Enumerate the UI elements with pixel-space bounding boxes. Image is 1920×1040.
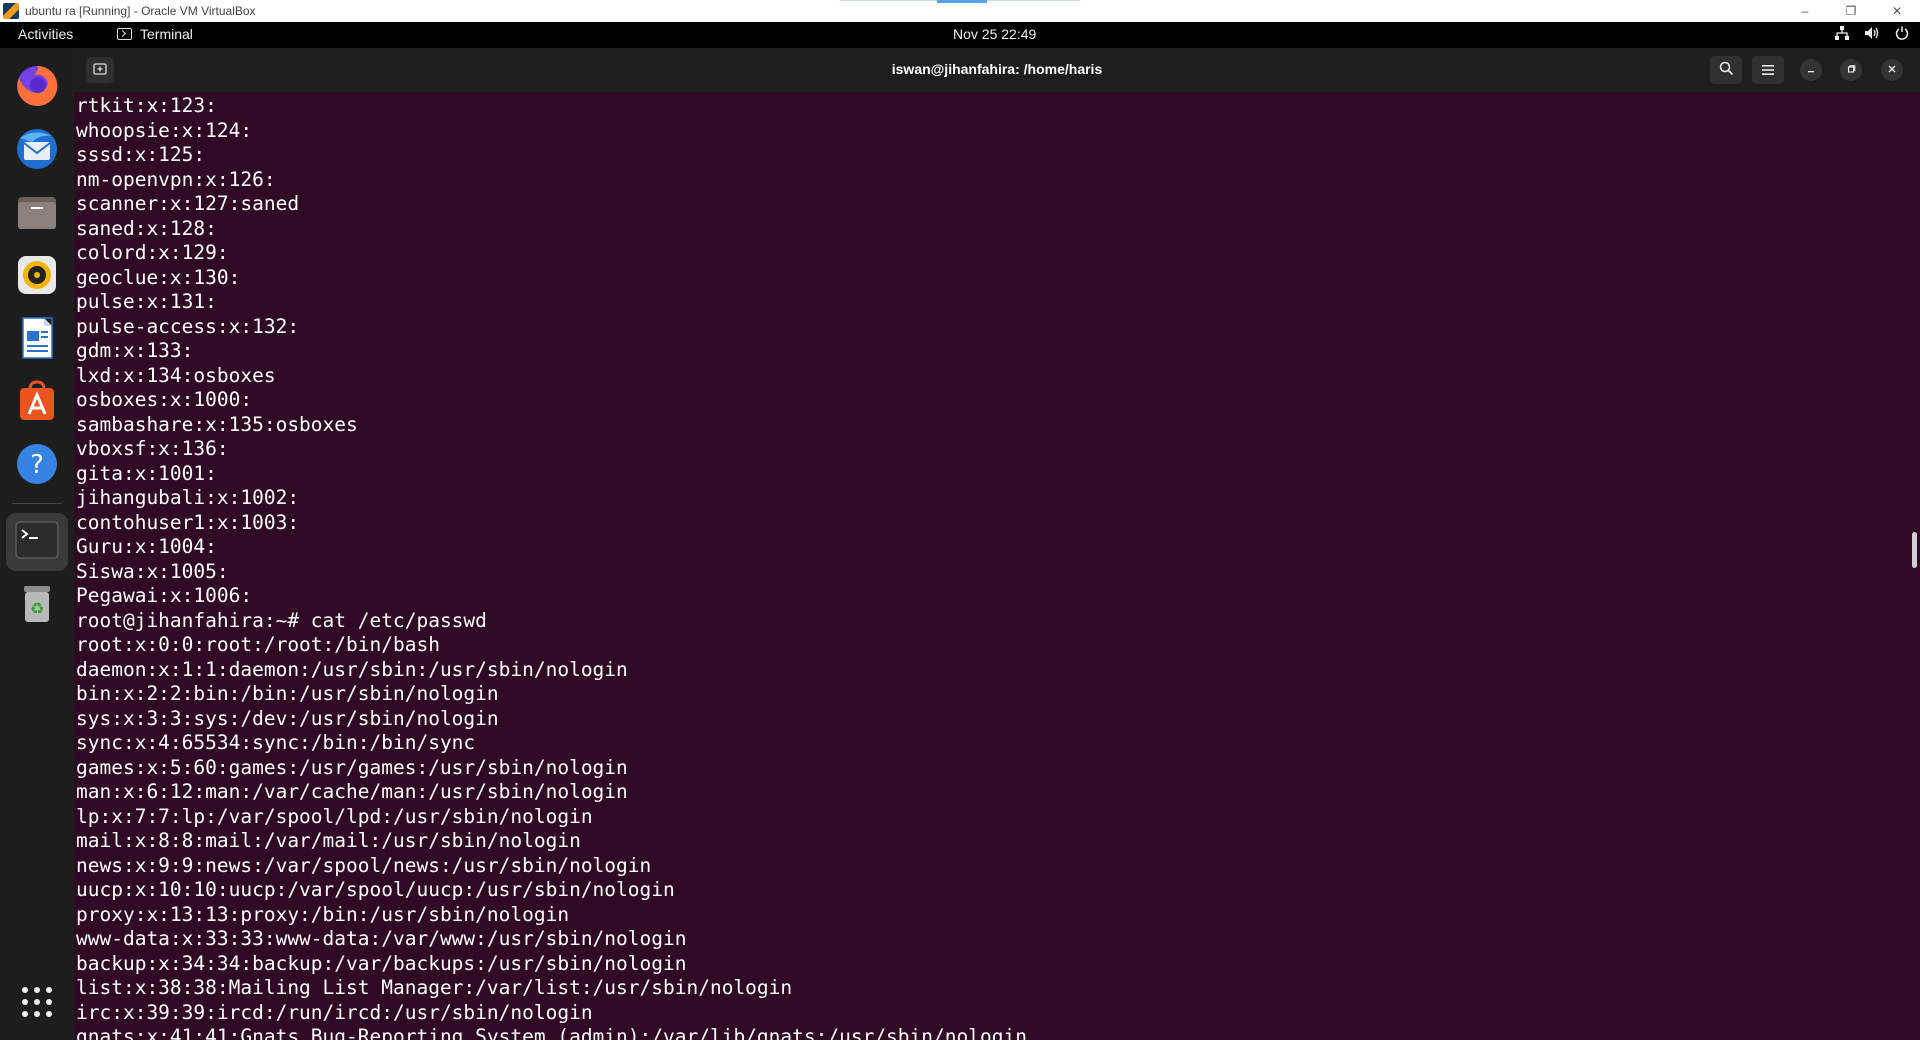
- dock-item-show-applications[interactable]: [11, 978, 63, 1030]
- terminal-line: gita:x:1001:: [76, 461, 217, 485]
- terminal-line: mail:x:8:8:mail:/var/mail:/usr/sbin/nolo…: [76, 829, 581, 852]
- app-grid-icon: [20, 985, 54, 1023]
- terminal-line: man:x:6:12:man:/var/cache/man:/usr/sbin/…: [76, 780, 628, 803]
- terminal-line: pulse:x:131:: [76, 290, 217, 313]
- help-icon: ?: [14, 441, 60, 491]
- terminal-line: games:x:5:60:games:/usr/games:/usr/sbin/…: [76, 755, 628, 779]
- activities-button[interactable]: Activities: [18, 26, 73, 42]
- terminal-line: bin:x:2:2:bin:/bin:/usr/sbin/nologin: [76, 682, 499, 705]
- files-icon: [14, 189, 60, 239]
- terminal-line: gnats:x:41:41:Gnats Bug-Reporting System…: [76, 1025, 1027, 1040]
- minimize-button[interactable]: [1800, 59, 1822, 81]
- terminal-title: iswan@jihanfahira: /home/haris: [891, 61, 1103, 77]
- dock-item-rhythmbox[interactable]: [11, 251, 63, 303]
- close-icon: [1887, 64, 1897, 77]
- terminal-line: root:x:0:0:root:/root:/bin/bash: [76, 633, 440, 656]
- terminal-line: nm-openvpn:x:126:: [76, 167, 276, 191]
- virtualbox-window-controls: – ❐ ✕: [1782, 0, 1920, 22]
- terminal-line: lp:x:7:7:lp:/var/spool/lpd:/usr/sbin/nol…: [76, 804, 593, 828]
- virtualbox-titlebar: ubuntu ra [Running] - Oracle VM VirtualB…: [0, 0, 1920, 22]
- dock-item-help[interactable]: ?: [11, 440, 63, 492]
- terminal-small-icon: [117, 28, 132, 40]
- volume-icon[interactable]: [1864, 25, 1880, 41]
- maximize-button[interactable]: [1840, 59, 1862, 81]
- terminal-line: www-data:x:33:33:www-data:/var/www:/usr/…: [76, 927, 687, 950]
- terminal-line: colord:x:129:: [76, 241, 229, 264]
- terminal-output[interactable]: rtkit:x:123: whoopsie:x:124: sssd:x:125: nm…: [74, 92, 1920, 1040]
- software-icon: [14, 378, 60, 428]
- terminal-line: pulse-access:x:132:: [76, 314, 300, 338]
- vbox-close-button[interactable]: ✕: [1874, 0, 1920, 22]
- clock-button[interactable]: Nov 25 22:49: [953, 26, 1036, 42]
- terminal-line: irc:x:39:39:ircd:/run/ircd:/usr/sbin/nol…: [76, 1000, 593, 1024]
- terminal-line: backup:x:34:34:backup:/var/backups:/usr/…: [76, 951, 687, 975]
- writer-icon: [14, 315, 60, 365]
- terminal-line: rtkit:x:123:: [76, 94, 217, 117]
- terminal-line: vboxsf:x:136:: [76, 437, 229, 460]
- terminal-line: proxy:x:13:13:proxy:/bin:/usr/sbin/nolog…: [76, 902, 570, 926]
- close-button[interactable]: [1881, 59, 1903, 81]
- system-tray[interactable]: [1834, 25, 1910, 41]
- dock-item-terminal[interactable]: [6, 513, 68, 571]
- terminal-line: news:x:9:9:news:/var/spool/news:/usr/sbi…: [76, 853, 652, 877]
- terminal-line: sssd:x:125:: [76, 143, 206, 166]
- dock-separator: [12, 503, 62, 504]
- terminal-line: list:x:38:38:Mailing List Manager:/var/l…: [76, 976, 793, 999]
- svg-text:♻: ♻: [30, 599, 44, 618]
- terminal-line: sync:x:4:65534:sync:/bin:/bin/sync: [76, 731, 476, 754]
- trash-icon: ♻: [14, 580, 60, 630]
- rhythmbox-icon: [14, 252, 60, 302]
- terminal-line: contohuser1:x:1003:: [76, 510, 300, 534]
- menu-button[interactable]: [1752, 56, 1784, 84]
- terminal-line: daemon:x:1:1:daemon:/usr/sbin:/usr/sbin/…: [76, 657, 628, 681]
- virtualbox-window-title: ubuntu ra [Running] - Oracle VM VirtualB…: [25, 4, 256, 18]
- dock-item-ubuntu-software[interactable]: [11, 377, 63, 429]
- hamburger-menu-icon: [1761, 61, 1775, 80]
- svg-text:?: ?: [30, 450, 44, 480]
- dock-item-writer[interactable]: [11, 314, 63, 366]
- app-menu-button[interactable]: Terminal: [117, 26, 193, 42]
- dock-item-firefox[interactable]: [11, 62, 63, 114]
- terminal-lines: rtkit:x:123: whoopsie:x:124: sssd:x:125: nm…: [74, 94, 1027, 1040]
- terminal-icon: [15, 521, 59, 563]
- dock-item-files[interactable]: [11, 188, 63, 240]
- terminal-scrollbar[interactable]: [1912, 532, 1917, 568]
- terminal-line: osboxes:x:1000:: [76, 388, 253, 411]
- terminal-line: Siswa:x:1005:: [76, 559, 229, 583]
- vbox-restore-button[interactable]: ❐: [1828, 0, 1874, 22]
- terminal-line: sambashare:x:135:osboxes: [76, 412, 358, 436]
- terminal-line: scanner:x:127:saned: [76, 192, 300, 215]
- terminal-line: Guru:x:1004:: [76, 535, 217, 558]
- terminal-line: gdm:x:133:: [76, 339, 194, 362]
- search-icon: [1719, 61, 1734, 80]
- focus-indicator: [937, 0, 987, 3]
- terminal-line: sys:x:3:3:sys:/dev:/usr/sbin/nologin: [76, 706, 499, 730]
- terminal-line: Pegawai:x:1006:: [76, 584, 253, 607]
- terminal-line: jihangubali:x:1002:: [76, 486, 300, 509]
- gnome-top-bar: Activities Terminal Nov 25 22:49: [0, 22, 1920, 48]
- terminal-line: whoopsie:x:124:: [76, 118, 253, 142]
- dock-item-trash[interactable]: ♻: [11, 579, 63, 631]
- power-icon[interactable]: [1894, 25, 1910, 41]
- dock-item-thunderbird[interactable]: [11, 125, 63, 177]
- terminal-line: lxd:x:134:osboxes: [76, 363, 276, 387]
- terminal-line: saned:x:128:: [76, 216, 217, 240]
- terminal-header-bar: iswan@jihanfahira: /home/haris: [74, 48, 1920, 92]
- firefox-icon: [14, 63, 60, 113]
- dock: ? ♻: [0, 48, 74, 1040]
- terminal-line: geoclue:x:130:: [76, 265, 241, 289]
- restore-icon: [1846, 64, 1856, 77]
- terminal-line: root@jihanfahira:~# cat /etc/passwd: [76, 608, 487, 632]
- minimize-icon: [1806, 64, 1816, 77]
- virtualbox-icon: [3, 3, 19, 19]
- vbox-minimize-button[interactable]: –: [1782, 0, 1828, 22]
- search-button[interactable]: [1710, 56, 1742, 84]
- terminal-line: uucp:x:10:10:uucp:/var/spool/uucp:/usr/s…: [76, 878, 675, 901]
- app-menu-label: Terminal: [140, 26, 193, 42]
- thunderbird-icon: [14, 126, 60, 176]
- network-icon[interactable]: [1834, 25, 1850, 41]
